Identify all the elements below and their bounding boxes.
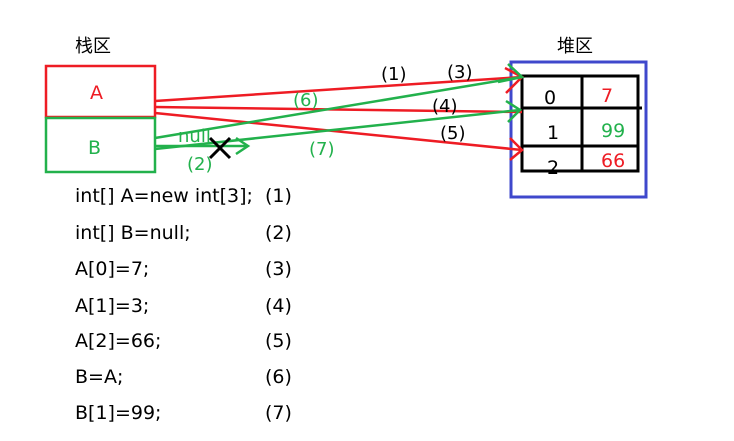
code-line: A[1]=3; (75, 295, 149, 317)
null-label: null (178, 126, 211, 147)
code-step: (3) (265, 258, 292, 280)
code-step: (5) (265, 330, 292, 352)
arrow-label-4: (4) (432, 96, 458, 117)
code-step: (1) (265, 185, 292, 207)
arrow-label-7: (7) (309, 139, 335, 160)
code-line: int[] B=null; (75, 222, 191, 244)
code-step: (2) (265, 222, 292, 244)
heap-value-2: 66 (601, 150, 625, 172)
stack-var-b-label: B (88, 137, 101, 159)
stack-label: 栈区 (75, 36, 111, 57)
memory-diagram: 栈区 堆区 A B 0 7 1 99 2 66 (1) (3) (6) (4) … (44, 36, 648, 424)
code-step: (4) (265, 295, 292, 317)
code-step: (7) (265, 402, 292, 424)
heap-value-0: 7 (601, 85, 613, 107)
heap-label: 堆区 (557, 36, 593, 57)
code-line: int[] A=new int[3]; (75, 185, 253, 207)
heap-value-1: 99 (601, 120, 625, 142)
heap-index-2: 2 (547, 157, 559, 179)
arrow-label-5: (5) (440, 123, 466, 144)
heap-index-0: 0 (544, 87, 556, 109)
code-line: B=A; (75, 366, 123, 388)
heap-box (509, 60, 648, 199)
code-line: B[1]=99; (75, 402, 161, 424)
code-listing: int[] A=new int[3]; (1) int[] B=null; (2… (75, 185, 292, 424)
arrow-label-6: (6) (293, 90, 319, 111)
code-line: A[2]=66; (75, 330, 161, 352)
code-step: (6) (265, 366, 292, 388)
arrow-label-1: (1) (381, 64, 407, 85)
heap-index-1: 1 (547, 122, 559, 144)
arrow-label-2: (2) (187, 154, 213, 175)
code-line: A[0]=7; (75, 258, 149, 280)
stack-var-a-label: A (90, 82, 103, 104)
arrow-label-3: (3) (447, 62, 473, 83)
